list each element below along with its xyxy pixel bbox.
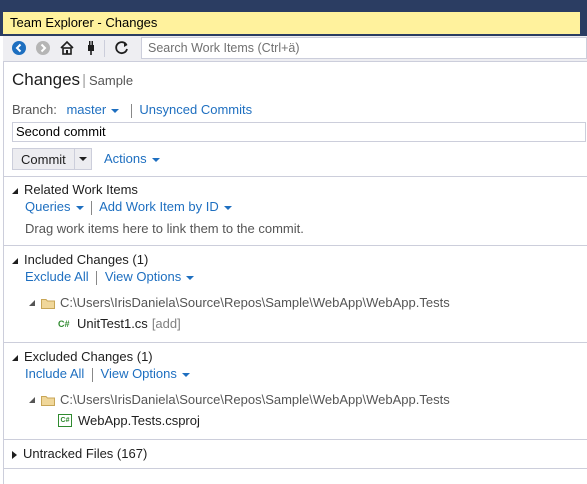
section-title: Excluded Changes (1) (24, 349, 153, 364)
unsynced-commits-link[interactable]: Unsynced Commits (139, 102, 252, 117)
page-title: Changes (12, 70, 81, 89)
toolbar: Search Work Items (Ctrl+ä) (3, 36, 587, 62)
chevron-down-icon[interactable] (79, 157, 87, 161)
add-work-item-dropdown[interactable]: Add Work Item by ID (99, 199, 232, 214)
folder-path: C:\Users\IrisDaniela\Source\Repos\Sample… (60, 295, 450, 310)
file-name: UnitTest1.cs (77, 316, 148, 331)
queries-label: Queries (25, 199, 71, 214)
actions-label: Actions (104, 151, 147, 166)
include-all-link[interactable]: Include All (25, 366, 84, 381)
search-input[interactable]: Search Work Items (Ctrl+ä) (141, 37, 587, 59)
add-work-item-label: Add Work Item by ID (99, 199, 219, 214)
collapse-icon[interactable] (12, 354, 18, 361)
commit-message-input[interactable]: Second commit (12, 122, 586, 142)
section-title: Included Changes (1) (24, 252, 149, 267)
link-separator (91, 200, 93, 215)
window-frame: Team Explorer - Changes (0, 0, 587, 36)
commit-button[interactable]: Commit (21, 152, 66, 167)
tree-folder-row[interactable]: C:\Users\IrisDaniela\Source\Repos\Sample… (29, 295, 450, 310)
view-options-dropdown[interactable]: View Options (104, 269, 195, 284)
forward-icon[interactable] (34, 39, 52, 57)
file-status: [add] (151, 316, 181, 331)
collapse-icon[interactable] (12, 187, 18, 194)
home-icon[interactable] (58, 39, 76, 57)
refresh-icon[interactable] (113, 39, 131, 57)
split-divider (74, 149, 75, 169)
branch-row: Branch: master Unsynced Commits (12, 102, 252, 118)
changes-page: Changes | Sample Branch: master Unsynced C… (3, 62, 587, 484)
view-options-label: View Options (104, 269, 182, 284)
branch-name: master (66, 102, 107, 117)
divider (4, 342, 587, 343)
related-links: Queries Add Work Item by ID (25, 199, 232, 215)
chevron-down-icon (223, 205, 232, 210)
tree-file-row[interactable]: C# UnitTest1.cs [add] (58, 316, 181, 331)
title-separator: | (82, 72, 86, 89)
untracked-files-header[interactable]: Untracked Files (167) (12, 446, 147, 461)
included-changes-header[interactable]: Included Changes (1) (12, 252, 148, 267)
tree-file-row[interactable]: C# WebApp.Tests.csproj (58, 413, 200, 428)
branch-dropdown[interactable]: master (66, 102, 120, 117)
included-links: Exclude All View Options (25, 269, 195, 285)
chevron-down-icon (181, 372, 190, 377)
file-name: WebApp.Tests.csproj (78, 413, 200, 428)
connect-icon[interactable] (82, 39, 100, 57)
divider (4, 245, 587, 246)
exclude-all-link[interactable]: Exclude All (25, 269, 89, 284)
back-icon[interactable] (10, 39, 28, 57)
chevron-down-icon (151, 157, 160, 162)
chevron-down-icon (75, 205, 84, 210)
expand-icon[interactable] (29, 299, 35, 306)
folder-icon (41, 297, 55, 309)
section-title: Untracked Files (167) (23, 446, 148, 461)
toolbar-separator (104, 40, 105, 57)
tree-folder-row[interactable]: C:\Users\IrisDaniela\Source\Repos\Sample… (29, 392, 450, 407)
window-title: Team Explorer - Changes (3, 12, 580, 34)
excluded-changes-header[interactable]: Excluded Changes (1) (12, 349, 153, 364)
page-header: Changes | Sample (12, 70, 133, 90)
branch-label: Branch: (12, 102, 57, 117)
section-title: Related Work Items (24, 182, 138, 197)
csharp-file-icon: C# (58, 318, 70, 329)
link-separator (96, 270, 98, 285)
view-options-dropdown[interactable]: View Options (101, 366, 190, 381)
page-subtitle: Sample (88, 73, 134, 88)
expand-icon[interactable] (12, 450, 17, 459)
queries-dropdown[interactable]: Queries (25, 199, 84, 214)
divider (4, 176, 587, 177)
drag-hint: Drag work items here to link them to the… (25, 221, 304, 236)
folder-path: C:\Users\IrisDaniela\Source\Repos\Sample… (60, 392, 450, 407)
related-work-items-header[interactable]: Related Work Items (12, 182, 138, 197)
chevron-down-icon (111, 108, 120, 113)
collapse-icon[interactable] (12, 257, 18, 264)
actions-menu[interactable]: Actions (104, 151, 160, 166)
csproj-file-icon: C# (58, 414, 72, 427)
link-separator (91, 367, 93, 382)
link-separator (130, 103, 132, 118)
folder-icon (41, 394, 55, 406)
expand-icon[interactable] (29, 396, 35, 403)
chevron-down-icon (186, 275, 195, 280)
view-options-label: View Options (100, 366, 177, 381)
commit-split-button[interactable]: Commit (12, 148, 92, 170)
divider (4, 439, 587, 440)
excluded-links: Include All View Options (25, 366, 190, 382)
divider (4, 468, 587, 469)
